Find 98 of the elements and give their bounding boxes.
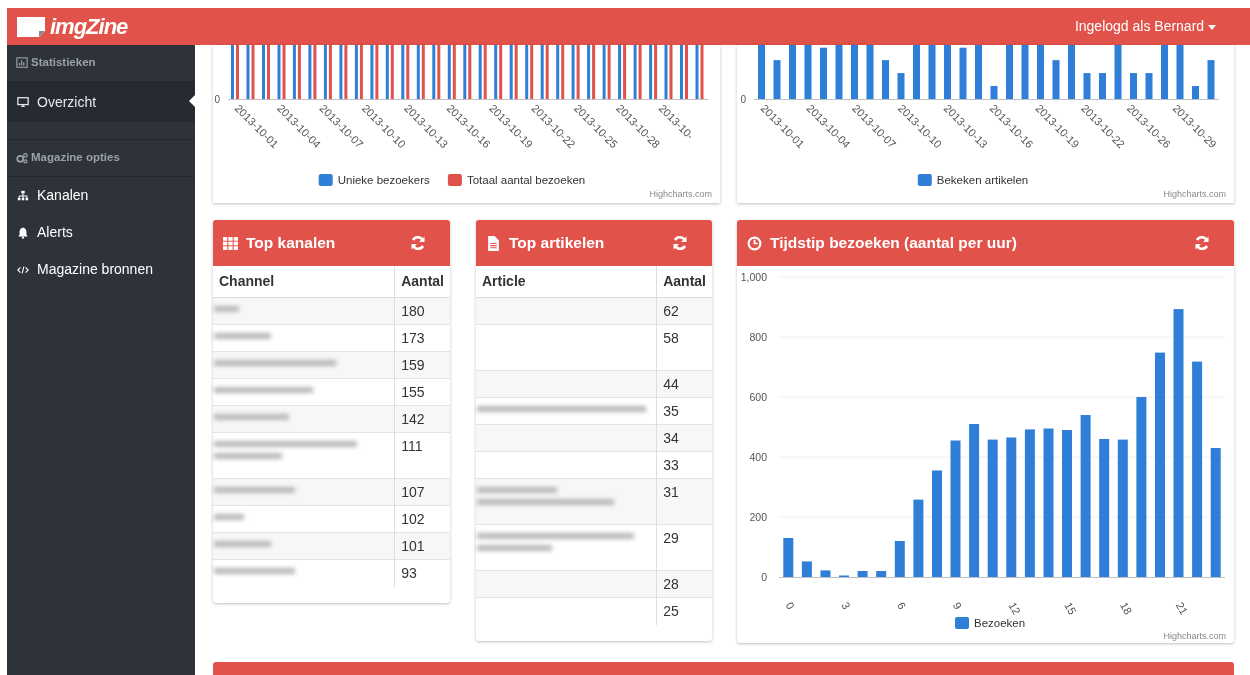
- table-cell: 101: [394, 532, 450, 560]
- axis-label: 400: [749, 451, 767, 463]
- section-heading: Statistieken: [31, 55, 96, 71]
- bar: [1083, 73, 1091, 99]
- bar: [1021, 45, 1029, 99]
- logo-icon: [16, 15, 46, 38]
- gears-icon: [16, 152, 28, 164]
- bar: [990, 86, 998, 99]
- legend-label: Totaal aantal bezoeken: [466, 174, 586, 186]
- axis-label: 0: [740, 94, 746, 105]
- bar: [882, 60, 889, 99]
- legend-label: Unieke bezoekers: [337, 174, 430, 186]
- bar: [975, 45, 982, 99]
- chart-credit: Highcharts.com: [649, 189, 712, 199]
- table-cell: 159: [394, 351, 450, 379]
- bar: [773, 60, 781, 99]
- bar: [1145, 73, 1153, 99]
- table-cell: 107: [394, 478, 450, 506]
- panel-title: Top artikelen: [509, 233, 606, 254]
- table-cell: 25: [656, 597, 712, 625]
- axis-label: 0: [761, 571, 767, 583]
- chart-credit: Highcharts.com: [1163, 631, 1226, 641]
- sidebar-item[interactable]: Overzicht: [7, 82, 195, 122]
- sidebar-item[interactable]: Alerts: [7, 214, 195, 251]
- bar: [897, 73, 905, 99]
- axis-label: 0: [783, 600, 797, 612]
- column-header: Article: [476, 266, 657, 298]
- bar: [1037, 45, 1044, 99]
- bar: [928, 45, 936, 99]
- bar: [758, 45, 765, 99]
- bar: [1176, 45, 1184, 99]
- sidebar-item[interactable]: Magazine bronnen: [7, 251, 195, 288]
- refresh-icon[interactable]: [672, 235, 688, 251]
- table-cell: 62: [656, 297, 712, 325]
- bar: [1161, 45, 1168, 99]
- grid-icon: [223, 235, 238, 251]
- document-icon: [486, 235, 501, 251]
- legend-label: Bekeken artikelen: [936, 174, 1029, 186]
- bar: [1130, 73, 1137, 99]
- bar: [1114, 45, 1122, 99]
- axis-label: 21: [1173, 600, 1191, 617]
- bar: [835, 45, 843, 99]
- axis-label: 6: [895, 600, 909, 612]
- pointer-icon: [189, 95, 195, 107]
- bar: [804, 45, 812, 99]
- bar: [680, 45, 683, 99]
- axis-label: 800: [749, 331, 767, 343]
- legend-label: Bezoeken: [974, 617, 1026, 629]
- section-heading: Magazine opties: [31, 150, 120, 166]
- bar: [1068, 45, 1075, 99]
- table-cell: 142: [394, 405, 450, 433]
- axis-label: 1,000: [740, 271, 767, 283]
- table-cell: 28: [656, 570, 712, 598]
- bar-chart-icon: [16, 57, 28, 69]
- axis-label: 18: [1118, 600, 1135, 617]
- sidebar-item[interactable]: Kanalen: [7, 177, 195, 214]
- bar: [866, 45, 874, 99]
- refresh-icon[interactable]: [410, 235, 426, 251]
- table-cell: 93: [394, 559, 450, 587]
- table-cell: 34: [656, 424, 712, 452]
- bar: [1006, 45, 1013, 99]
- logo-text: imgZine: [50, 13, 128, 41]
- column-header: Aantal: [394, 266, 450, 298]
- refresh-icon[interactable]: [1194, 235, 1210, 251]
- monitor-icon: [17, 96, 29, 108]
- axis-label: 0: [214, 94, 220, 105]
- bell-icon: [17, 226, 29, 239]
- axis-label: 3: [839, 600, 853, 612]
- axis-label: 600: [749, 391, 767, 403]
- axis-label: 15: [1062, 600, 1079, 617]
- sitemap-icon: [17, 189, 29, 202]
- bar: [789, 45, 796, 99]
- bar: [231, 45, 234, 99]
- bar: [262, 45, 265, 99]
- axis-label: 200: [749, 511, 767, 523]
- bar: [1099, 73, 1106, 99]
- caret-icon: [1208, 24, 1216, 30]
- chart-credit: Highcharts.com: [1163, 189, 1226, 199]
- bar: [820, 47, 827, 99]
- table-cell: 180: [394, 297, 450, 325]
- axis-label: 9: [950, 600, 965, 612]
- column-header: Aantal: [656, 266, 712, 298]
- bar: [1207, 60, 1215, 99]
- bar: [959, 47, 967, 99]
- bar: [851, 45, 858, 99]
- bar: [913, 45, 920, 99]
- clock-icon: [747, 235, 762, 251]
- bar: [1192, 86, 1199, 99]
- axis-label: 12: [1006, 600, 1024, 617]
- panel-title: Tijdstip bezoeken (aantal per uur): [770, 233, 1018, 254]
- table-cell: 44: [656, 370, 712, 398]
- code-icon: [17, 263, 29, 276]
- panel-title: Top kanalen: [246, 233, 337, 254]
- bar: [944, 45, 951, 99]
- column-header: Channel: [213, 266, 395, 298]
- table-cell: 31: [656, 478, 712, 525]
- user-menu[interactable]: Ingelogd als Bernard: [1068, 15, 1222, 38]
- bar: [1052, 60, 1060, 99]
